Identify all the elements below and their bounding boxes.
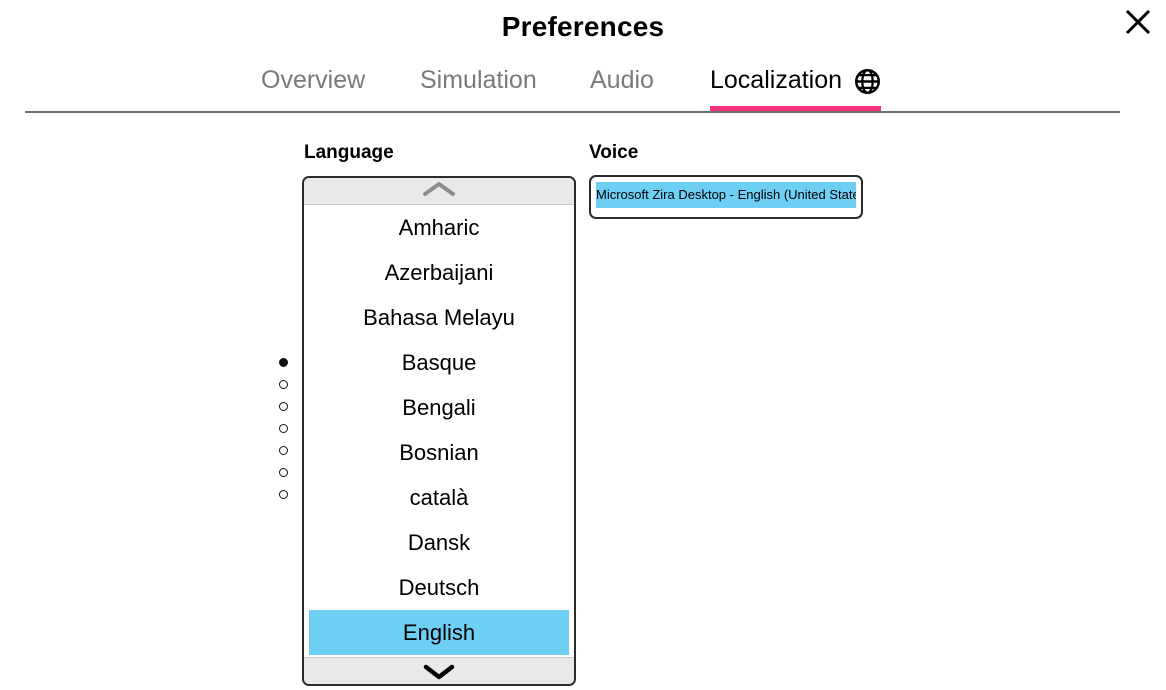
tab-simulation-label: Simulation [420, 66, 537, 94]
tab-localization-label: Localization [710, 66, 843, 94]
tab-audio-label: Audio [590, 66, 654, 94]
scroll-down-button[interactable] [304, 657, 574, 685]
list-item[interactable]: català [309, 475, 569, 520]
scroll-page-dot[interactable] [279, 380, 288, 389]
page-title: Preferences [501, 11, 665, 42]
scroll-page-dot[interactable] [279, 424, 288, 433]
scroll-page-dot[interactable] [279, 358, 288, 367]
tab-overview[interactable]: Overview [261, 66, 365, 106]
tab-overview-label: Overview [261, 66, 366, 94]
scroll-page-dots [279, 358, 293, 512]
list-item[interactable]: Azerbaijani [309, 250, 569, 295]
scroll-page-dot[interactable] [279, 446, 288, 455]
list-item-selected[interactable]: English [309, 610, 569, 655]
scroll-up-button[interactable] [304, 178, 574, 205]
list-item-selected[interactable]: Microsoft Zira Desktop - English (United… [596, 182, 856, 208]
chevron-down-icon [419, 662, 459, 685]
voice-listbox[interactable]: Microsoft Zira Desktop - English (United… [589, 175, 863, 219]
list-item[interactable]: Deutsch [309, 565, 569, 610]
list-item[interactable]: Bengali [309, 385, 569, 430]
list-item[interactable]: Basque [309, 340, 569, 385]
language-section-label: Language [304, 142, 394, 163]
globe-icon [854, 68, 881, 102]
tab-divider [25, 111, 1120, 113]
tab-audio[interactable]: Audio [590, 66, 654, 106]
tab-simulation[interactable]: Simulation [420, 66, 537, 106]
list-item[interactable]: Dansk [309, 520, 569, 565]
scroll-page-dot[interactable] [279, 490, 288, 499]
scroll-page-dot[interactable] [279, 468, 288, 477]
list-item[interactable]: Amharic [309, 205, 569, 250]
chevron-up-icon [419, 181, 459, 202]
tab-localization[interactable]: Localization [710, 66, 882, 112]
list-item[interactable]: Bahasa Melayu [309, 295, 569, 340]
voice-section-label: Voice [589, 142, 639, 163]
list-item[interactable]: Bosnian [309, 430, 569, 475]
language-listbox[interactable]: Amharic Azerbaijani Bahasa Melayu Basque… [302, 176, 576, 686]
language-item-list: Amharic Azerbaijani Bahasa Melayu Basque… [304, 205, 574, 657]
tab-bar: Overview Simulation Audio Localization [0, 66, 1166, 112]
scroll-page-dot[interactable] [279, 402, 288, 411]
